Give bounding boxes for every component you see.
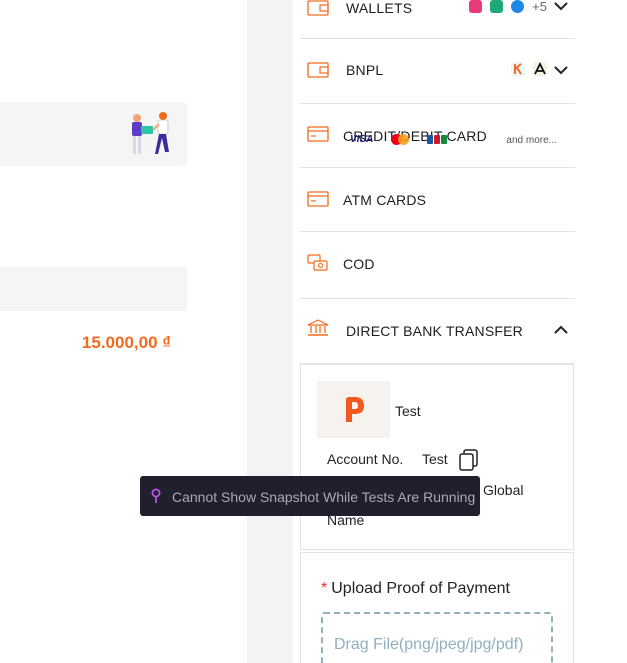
atm-card-icon [307,191,329,207]
upload-proof-section: * Upload Proof of Payment Drag File(png/j… [300,552,574,663]
total-amount: 15.000,00 ₫ [81,333,171,352]
chevron-up-icon[interactable] [553,325,569,335]
payment-method-credit-card[interactable]: CREDIT/DEBIT CARD VISA and more... [300,104,575,168]
bank-brand-icon [345,396,364,422]
snapshot-tooltip: Cannot Show Snapshot While Tests Are Run… [140,476,480,516]
checkout-page: 15.000,00 ₫ WALLETS +5 BNPL CREDIT/DEBIT… [0,0,627,663]
bank-name: Test [395,403,421,419]
dropzone-text: Drag File(png/jpeg/jpg/pdf) [334,636,524,653]
tooltip-text: Cannot Show Snapshot While Tests Are Run… [172,489,476,505]
mastercard-logo-icon [391,134,410,145]
payment-method-bank-transfer[interactable]: DIRECT BANK TRANSFER [300,299,575,364]
promo-card [0,102,187,166]
account-holder-value: Global [483,482,524,498]
cash-icon [307,254,328,271]
wallet-icon [307,62,329,78]
payment-method-label: ATM CARDS [343,192,427,208]
divider-strip [247,0,293,663]
people-illustration-icon [132,112,169,154]
zalopay-logo-icon [511,0,525,13]
upload-title-text: Upload Proof of Payment [331,580,510,597]
payment-method-bnpl[interactable]: BNPL [300,39,575,104]
payment-method-label: WALLETS [346,0,413,16]
credit-card-icon [307,126,329,142]
upload-title: * Upload Proof of Payment [321,580,510,598]
payment-method-atm-cards[interactable]: ATM CARDS [300,168,575,232]
payment-method-cod[interactable]: COD [300,232,575,299]
bnpl-logos [511,62,547,76]
atome-logo-icon [533,62,547,76]
payment-method-label: COD [343,256,375,272]
kredivo-logo-icon [511,62,525,76]
more-wallets-count: +5 [532,0,547,14]
payment-method-label: DIRECT BANK TRANSFER [346,323,523,339]
order-summary-pane: 15.000,00 ₫ [0,0,247,663]
account-number-label: Account No. [327,451,404,467]
summary-bar [0,267,187,311]
file-dropzone[interactable]: Drag File(png/jpeg/jpg/pdf) [321,612,553,663]
wallet-icon [307,0,329,16]
pin-icon [151,488,161,503]
more-cards-text: and more... [506,135,557,146]
bank-icon [307,319,329,336]
right-gutter [582,0,627,663]
grab-logo-icon [490,0,504,13]
account-number-value: Test [422,451,448,467]
chevron-down-icon[interactable] [553,65,569,75]
chevron-down-icon[interactable] [553,1,569,11]
required-mark: * [321,580,328,597]
payment-method-label: BNPL [346,62,384,78]
momo-logo-icon [469,0,483,13]
wallet-logos: +5 [469,0,547,14]
jcb-logo-icon [427,135,448,144]
bank-logo [317,381,390,438]
bank-details-card: Test Account No. Test Global Name [300,364,574,550]
payment-method-wallets[interactable]: WALLETS +5 [300,0,575,39]
card-brand-logos: VISA [350,134,448,145]
visa-logo: VISA [350,134,374,145]
copy-icon[interactable] [458,449,480,471]
